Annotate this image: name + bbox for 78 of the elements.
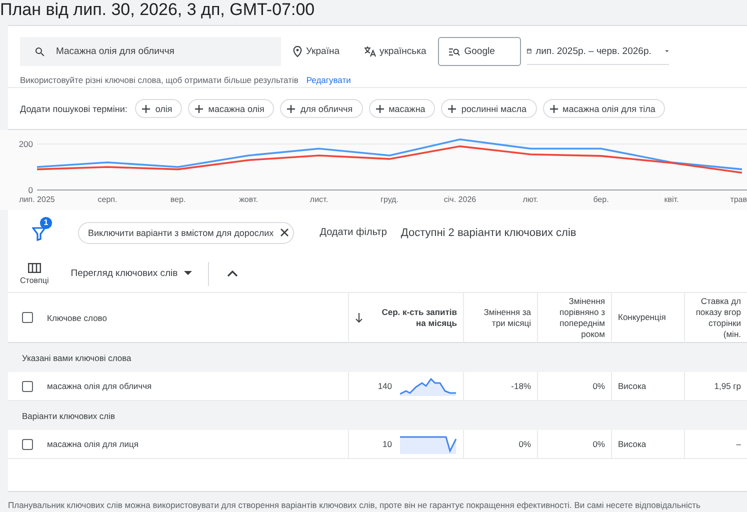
close-icon[interactable]	[280, 228, 289, 237]
table-cell: -18%	[511, 381, 531, 391]
x-tick-label: лип. 2025	[19, 195, 55, 204]
table-cell: –	[736, 439, 741, 449]
location-pin-icon	[293, 46, 302, 57]
location-selector[interactable]: Україна	[281, 46, 352, 57]
sparkline-drawing	[400, 434, 457, 454]
x-tick-label: січ. 2026	[444, 195, 476, 204]
x-tick-label: серп.	[98, 195, 118, 204]
plus-icon	[142, 104, 150, 112]
x-tick-label: бер.	[593, 195, 609, 204]
y-tick-label: 200	[18, 139, 33, 149]
column-header[interactable]: Конкуренція	[618, 312, 666, 323]
plus-icon	[550, 104, 558, 112]
sort-arrow-icon	[355, 312, 363, 322]
plus-icon	[376, 104, 384, 112]
column-header[interactable]: Змінення порівняно з попереднім роком	[544, 296, 605, 340]
table-cell: Висока	[618, 439, 646, 449]
column-header[interactable]: Змінення за три місяці	[470, 306, 531, 328]
y-tick-label: 0	[28, 185, 33, 195]
filter-chip[interactable]: Виключити варіанти з вмістом для дорослих	[78, 222, 294, 244]
suggestion-chip[interactable]: олія	[135, 99, 182, 118]
x-tick-label: груд.	[380, 195, 398, 204]
columns-button[interactable]: Стовпці	[20, 262, 49, 284]
group-title: Варіанти ключових слів	[22, 410, 116, 420]
keyword-text: масажна олія для лиця	[47, 439, 138, 449]
suggestion-chip[interactable]: масажна олія	[188, 99, 274, 118]
table-cell: 140	[378, 381, 392, 391]
x-tick-label: квіт.	[664, 195, 679, 204]
checkbox[interactable]	[22, 380, 33, 392]
translate-icon	[364, 46, 376, 57]
group-title: Указані вами ключові слова	[22, 352, 132, 362]
filter-count-badge: 1	[40, 216, 52, 228]
suggestions-label: Додати пошукові терміни:	[20, 104, 128, 114]
suggestion-chip[interactable]: для обличчя	[280, 99, 363, 118]
add-filter-button[interactable]: Додати фільтр	[316, 227, 391, 238]
column-header[interactable]: Сер. к-сть запитів на місяць	[373, 306, 457, 328]
caret-icon	[665, 48, 670, 54]
page-title: План від лип. 30, 2026, 3 дп, GMT-07:00	[0, 0, 316, 21]
column-header[interactable]: Ставка дл показу вгор сторінки (мін.	[691, 296, 741, 340]
sparkline-drawing	[400, 376, 457, 396]
table-cell: Висока	[618, 381, 646, 391]
columns-icon	[28, 262, 41, 272]
caret-icon	[184, 271, 192, 276]
suggestion-chip[interactable]: рослинні масла	[441, 99, 536, 118]
table-cell: 10	[382, 439, 392, 449]
edit-link[interactable]: Редагувати	[306, 75, 351, 87]
table-cell: 0%	[518, 439, 531, 449]
hint-text: Використовуйте різні ключові слова, щоб отримати більше результатів	[20, 75, 298, 87]
column-header[interactable]: Ключове слово	[47, 312, 107, 322]
calendar-icon	[527, 46, 532, 56]
x-tick-label: лют.	[522, 195, 538, 204]
plus-icon	[448, 104, 456, 112]
keyword-count-text: Доступні 2 варіанти ключових слів	[400, 226, 576, 238]
suggestion-chip[interactable]: масажна	[368, 99, 436, 118]
x-tick-label: вер.	[170, 195, 186, 204]
disclaimer-text: Планувальник ключових слів можна використовувати для створення варіантів ключових слів, проте він не гарантує покращення ефективності. Ви самі несете відповідальність	[8, 500, 702, 510]
x-tick-label: лист.	[310, 195, 328, 204]
view-dropdown[interactable]: Перегляд ключових слів	[62, 262, 209, 286]
plus-icon	[195, 104, 204, 112]
table-cell: 0%	[592, 439, 605, 449]
date-range-selector[interactable]: лип. 2025р. – черв. 2026р.	[527, 38, 670, 64]
search-icon	[34, 46, 46, 58]
checkbox[interactable]	[22, 312, 33, 323]
table-cell: 1,95 гр	[714, 381, 741, 391]
x-tick-label: трав	[730, 195, 747, 204]
keyword-text: масажна олія для обличчя	[47, 381, 152, 391]
plus-icon	[287, 104, 296, 112]
table-cell: 0%	[592, 381, 605, 391]
network-icon	[449, 48, 460, 56]
filter-icon[interactable]	[32, 226, 46, 240]
network-selector[interactable]: Google	[438, 37, 522, 66]
x-tick-label: жовт.	[239, 195, 258, 204]
search-field[interactable]: Масажна олія для обличчя	[20, 37, 281, 66]
suggestion-chip[interactable]: масажна олія для тіла	[542, 99, 666, 118]
checkbox[interactable]	[22, 438, 33, 450]
language-selector[interactable]: українська	[352, 46, 438, 57]
chevron-up-icon	[226, 270, 238, 277]
